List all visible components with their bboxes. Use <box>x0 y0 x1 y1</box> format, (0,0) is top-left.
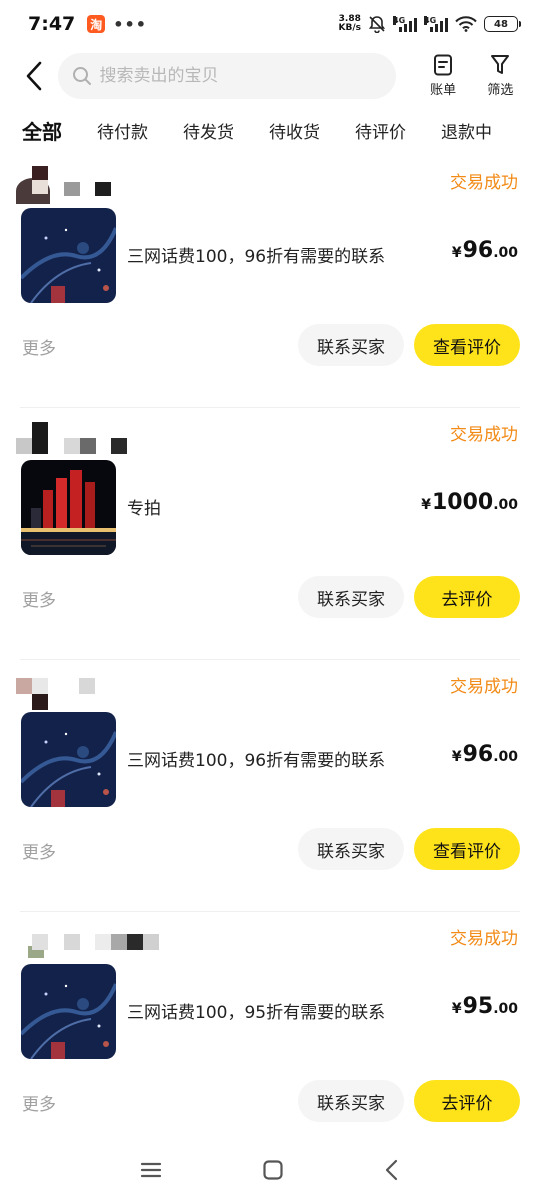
order-price: ¥96.00 <box>451 742 518 767</box>
chevron-left-icon <box>26 61 42 91</box>
signal-1-icon: 4G <box>393 16 417 32</box>
more-notifications-icon: ••• <box>113 14 147 34</box>
filter-button[interactable]: 筛选 <box>479 54 522 98</box>
taobao-app-icon: 淘 <box>87 15 106 33</box>
more-button[interactable]: 更多 <box>22 334 56 359</box>
order-price: ¥96.00 <box>451 238 518 263</box>
buyer-avatar-name-pixelated[interactable] <box>16 162 216 204</box>
bill-icon <box>434 54 453 76</box>
product-thumbnail[interactable] <box>21 964 116 1059</box>
wifi-icon <box>455 16 477 32</box>
order-status: 交易成功 <box>450 425 518 445</box>
tab-refunding[interactable]: 退款中 <box>441 118 492 143</box>
buyer-avatar-name-pixelated[interactable] <box>16 918 216 958</box>
filter-label: 筛选 <box>487 83 514 98</box>
search-box[interactable] <box>57 53 396 99</box>
status-bar: 7:47 淘 ••• 3.88 KB/s 4G 4G 48 <box>0 0 540 48</box>
bill-label: 账单 <box>430 83 457 98</box>
order-tabs: 全部 待付款 待发货 待收货 待评价 退款中 <box>0 110 540 150</box>
battery-icon: 48 <box>484 16 521 32</box>
search-icon <box>72 67 91 85</box>
back-button[interactable] <box>20 56 48 96</box>
write-review-button[interactable]: 去评价 <box>414 576 520 618</box>
buyer-avatar-name-pixelated[interactable] <box>16 414 216 454</box>
more-button[interactable]: 更多 <box>22 1090 56 1115</box>
order-card[interactable]: 交易成功 专拍 ¥1000.00 更多 联系买家 去评价 <box>0 408 540 660</box>
view-review-button[interactable]: 查看评价 <box>414 828 520 870</box>
write-review-button[interactable]: 去评价 <box>414 1080 520 1122</box>
order-status: 交易成功 <box>450 173 518 193</box>
tab-pending-shipment[interactable]: 待发货 <box>183 118 234 143</box>
signal-2-icon: 4G <box>424 16 448 32</box>
product-title[interactable]: 三网话费100，95折有需要的联系 <box>127 998 385 1023</box>
system-navigation-bar <box>0 1140 540 1200</box>
tab-pending-payment[interactable]: 待付款 <box>97 118 148 143</box>
order-price: ¥95.00 <box>451 994 518 1019</box>
tab-pending-review[interactable]: 待评价 <box>355 118 406 143</box>
status-time: 7:47 <box>28 13 76 35</box>
order-status: 交易成功 <box>450 677 518 697</box>
contact-buyer-button[interactable]: 联系买家 <box>298 576 404 618</box>
buyer-avatar-name-pixelated[interactable] <box>16 666 216 710</box>
product-thumbnail[interactable] <box>21 460 116 555</box>
order-price: ¥1000.00 <box>421 490 518 515</box>
contact-buyer-button[interactable]: 联系买家 <box>298 324 404 366</box>
more-button[interactable]: 更多 <box>22 838 56 863</box>
order-card[interactable]: 交易成功 三网话费100，96折有需要的联系 ¥96.00 更多 联系买家 查看… <box>0 156 540 408</box>
search-input[interactable] <box>99 66 380 86</box>
menu-icon[interactable] <box>140 1161 162 1179</box>
product-title[interactable]: 三网话费100，96折有需要的联系 <box>127 746 385 771</box>
product-title[interactable]: 专拍 <box>127 494 161 519</box>
more-button[interactable]: 更多 <box>22 586 56 611</box>
tab-all[interactable]: 全部 <box>20 116 64 145</box>
filter-icon <box>491 55 510 74</box>
product-thumbnail[interactable] <box>21 712 116 807</box>
bill-button[interactable]: 账单 <box>422 54 465 98</box>
back-nav-icon[interactable] <box>384 1159 400 1181</box>
contact-buyer-button[interactable]: 联系买家 <box>298 1080 404 1122</box>
network-speed: 3.88 KB/s <box>338 14 361 33</box>
mute-bell-icon <box>368 16 386 33</box>
tab-pending-receipt[interactable]: 待收货 <box>269 118 320 143</box>
product-title[interactable]: 三网话费100，96折有需要的联系 <box>127 242 385 267</box>
order-status: 交易成功 <box>450 929 518 949</box>
product-thumbnail[interactable] <box>21 208 116 303</box>
contact-buyer-button[interactable]: 联系买家 <box>298 828 404 870</box>
top-header: 账单 筛选 <box>0 48 540 104</box>
order-card[interactable]: 交易成功 三网话费100，95折有需要的联系 ¥95.00 更多 联系买家 去评… <box>0 912 540 1164</box>
view-review-button[interactable]: 查看评价 <box>414 324 520 366</box>
home-icon[interactable] <box>262 1159 284 1181</box>
order-card[interactable]: 交易成功 三网话费100，96折有需要的联系 ¥96.00 更多 联系买家 查看… <box>0 660 540 912</box>
